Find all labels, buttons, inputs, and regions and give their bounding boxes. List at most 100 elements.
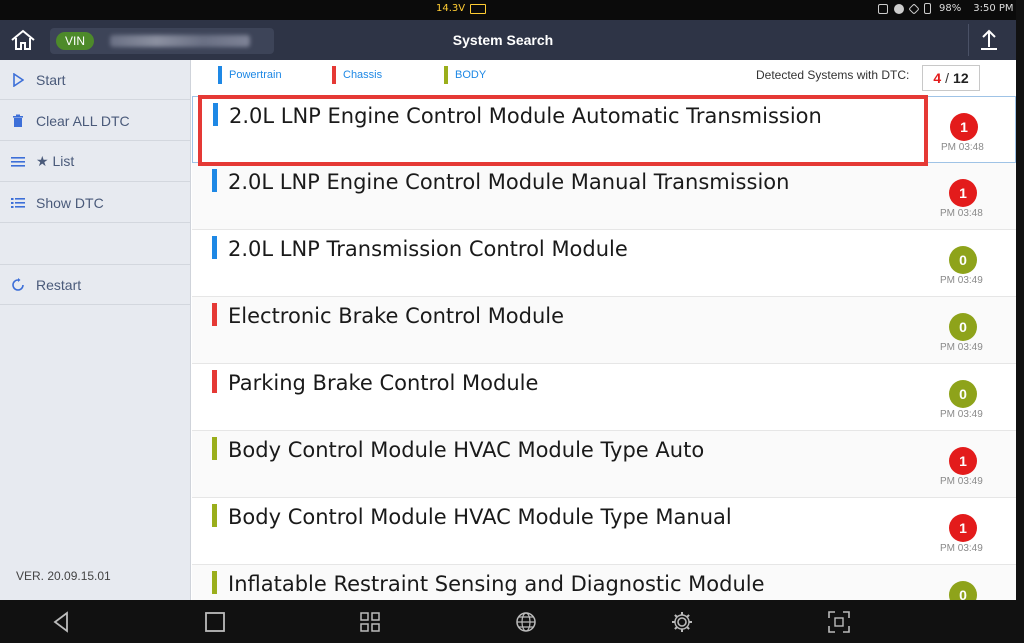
system-name: Inflatable Restraint Sensing and Diagnos… bbox=[228, 572, 765, 596]
system-row[interactable]: Inflatable Restraint Sensing and Diagnos… bbox=[192, 565, 1016, 600]
scan-time: PM 03:49 bbox=[940, 409, 983, 420]
system-row[interactable]: 2.0L LNP Engine Control Module Automatic… bbox=[192, 96, 1016, 163]
detected-count: 4 bbox=[933, 70, 942, 86]
restart-icon bbox=[10, 277, 26, 293]
system-list: 2.0L LNP Engine Control Module Automatic… bbox=[192, 96, 1016, 600]
system-row[interactable]: Body Control Module HVAC Module Type Aut… bbox=[192, 431, 1016, 498]
export-button[interactable] bbox=[968, 24, 1008, 56]
system-row[interactable]: Body Control Module HVAC Module Type Man… bbox=[192, 498, 1016, 565]
android-nav-bar bbox=[0, 600, 1024, 643]
dtc-count-badge: 1 bbox=[949, 514, 977, 542]
wifi-icon bbox=[908, 2, 920, 15]
system-name: 2.0L LNP Engine Control Module Manual Tr… bbox=[228, 170, 790, 194]
legend-body: BODY bbox=[444, 66, 486, 84]
sidebar-item-label: Show DTC bbox=[36, 194, 104, 211]
list-icon bbox=[10, 195, 26, 211]
system-name: Body Control Module HVAC Module Type Man… bbox=[228, 505, 732, 529]
sidebar-item-label: Start bbox=[36, 71, 66, 88]
settings-button[interactable] bbox=[665, 608, 699, 636]
sidebar-item-start[interactable]: Start bbox=[0, 60, 190, 100]
category-bar bbox=[212, 370, 217, 393]
sidebar-spacer bbox=[0, 224, 190, 265]
category-bar bbox=[212, 303, 217, 326]
app-screen: 14.3V 98% 3:50 PM VIN System Search Star… bbox=[0, 0, 1016, 600]
legend-chassis: Chassis bbox=[332, 66, 382, 84]
scan-time: PM 03:49 bbox=[940, 342, 983, 353]
sidebar-item-favorite-list[interactable]: ★ List bbox=[0, 142, 190, 182]
category-bar bbox=[212, 236, 217, 259]
legend-powertrain: Powertrain bbox=[218, 66, 282, 84]
category-legend: Powertrain Chassis BODY Detected Systems… bbox=[192, 60, 1016, 96]
system-name: Electronic Brake Control Module bbox=[228, 304, 565, 328]
trash-icon bbox=[10, 113, 26, 129]
vin-value-redacted bbox=[110, 35, 250, 47]
category-bar bbox=[213, 103, 218, 126]
powertrain-swatch bbox=[218, 66, 222, 84]
sidebar-item-show-dtc[interactable]: Show DTC bbox=[0, 183, 190, 223]
system-name: 2.0L LNP Engine Control Module Automatic… bbox=[229, 104, 822, 128]
dtc-count-badge: 0 bbox=[949, 313, 977, 341]
page-title: System Search bbox=[452, 32, 554, 48]
back-button[interactable] bbox=[44, 608, 78, 636]
system-row[interactable]: 2.0L LNP Engine Control Module Manual Tr… bbox=[192, 163, 1016, 230]
system-row[interactable]: Electronic Brake Control Module 0 PM 03:… bbox=[192, 297, 1016, 364]
home-button[interactable] bbox=[6, 26, 40, 54]
category-bar bbox=[212, 437, 217, 460]
scan-time: PM 03:49 bbox=[940, 275, 983, 286]
system-name: 2.0L LNP Transmission Control Module bbox=[228, 237, 628, 261]
body-swatch bbox=[444, 66, 448, 84]
category-bar bbox=[212, 169, 217, 192]
version-label: VER. 20.09.15.01 bbox=[16, 569, 111, 583]
home-nav-button[interactable] bbox=[198, 608, 232, 636]
app-header: VIN System Search bbox=[0, 20, 1016, 60]
vin-badge: VIN bbox=[56, 32, 95, 50]
browser-button[interactable] bbox=[509, 608, 543, 636]
legend-label: Powertrain bbox=[229, 69, 282, 81]
legend-label: Chassis bbox=[343, 69, 383, 81]
car-battery-icon bbox=[470, 4, 486, 14]
device-frame: 14.3V 98% 3:50 PM VIN System Search Star… bbox=[0, 0, 1024, 643]
grid-icon bbox=[360, 612, 380, 632]
dtc-count-badge: 0 bbox=[949, 380, 977, 408]
sidebar: Start Clear ALL DTC ★ List Show DTC Rest… bbox=[0, 60, 191, 600]
home-icon bbox=[11, 29, 35, 50]
dtc-count-badge: 0 bbox=[949, 581, 977, 600]
total-count: 12 bbox=[953, 70, 969, 86]
detected-systems-count: 4 / 12 bbox=[922, 65, 980, 91]
gear-icon bbox=[672, 612, 692, 632]
main-content: Powertrain Chassis BODY Detected Systems… bbox=[192, 60, 1016, 600]
system-name: Parking Brake Control Module bbox=[228, 371, 539, 395]
count-separator: / bbox=[945, 70, 950, 86]
sidebar-item-label: ★ List bbox=[36, 153, 75, 169]
status-icons: 98% 3:50 PM bbox=[878, 2, 1014, 15]
system-name: Body Control Module HVAC Module Type Aut… bbox=[228, 438, 705, 462]
dnd-icon bbox=[894, 3, 904, 14]
sidebar-item-restart[interactable]: Restart bbox=[0, 265, 190, 305]
apps-button[interactable] bbox=[353, 608, 387, 636]
screenshot-button[interactable] bbox=[822, 608, 856, 636]
upload-icon bbox=[980, 29, 997, 50]
voltage-readout: 14.3V bbox=[436, 3, 466, 14]
play-icon bbox=[10, 72, 26, 88]
sidebar-item-clear-all-dtc[interactable]: Clear ALL DTC bbox=[0, 101, 190, 141]
sidebar-item-label: Clear ALL DTC bbox=[36, 112, 130, 129]
dtc-count-badge: 1 bbox=[950, 113, 978, 141]
battery-percent: 98% bbox=[939, 3, 962, 14]
menu-icon bbox=[10, 154, 26, 170]
dtc-count-badge: 0 bbox=[949, 246, 977, 274]
globe-icon bbox=[516, 612, 536, 632]
system-row[interactable]: Parking Brake Control Module 0 PM 03:49 bbox=[192, 364, 1016, 431]
system-row[interactable]: 2.0L LNP Transmission Control Module 0 P… bbox=[192, 230, 1016, 297]
dtc-count-badge: 1 bbox=[949, 179, 977, 207]
category-bar bbox=[212, 504, 217, 527]
category-bar bbox=[212, 571, 217, 594]
clock: 3:50 PM bbox=[973, 3, 1014, 14]
scan-time: PM 03:49 bbox=[940, 543, 983, 554]
dtc-count-badge: 1 bbox=[949, 447, 977, 475]
battery-icon bbox=[924, 3, 931, 14]
sidebar-item-label: Restart bbox=[36, 276, 82, 293]
square-icon bbox=[205, 612, 225, 632]
detected-systems-label: Detected Systems with DTC: bbox=[756, 68, 910, 82]
chassis-swatch bbox=[332, 66, 336, 84]
legend-label: BODY bbox=[455, 69, 487, 81]
